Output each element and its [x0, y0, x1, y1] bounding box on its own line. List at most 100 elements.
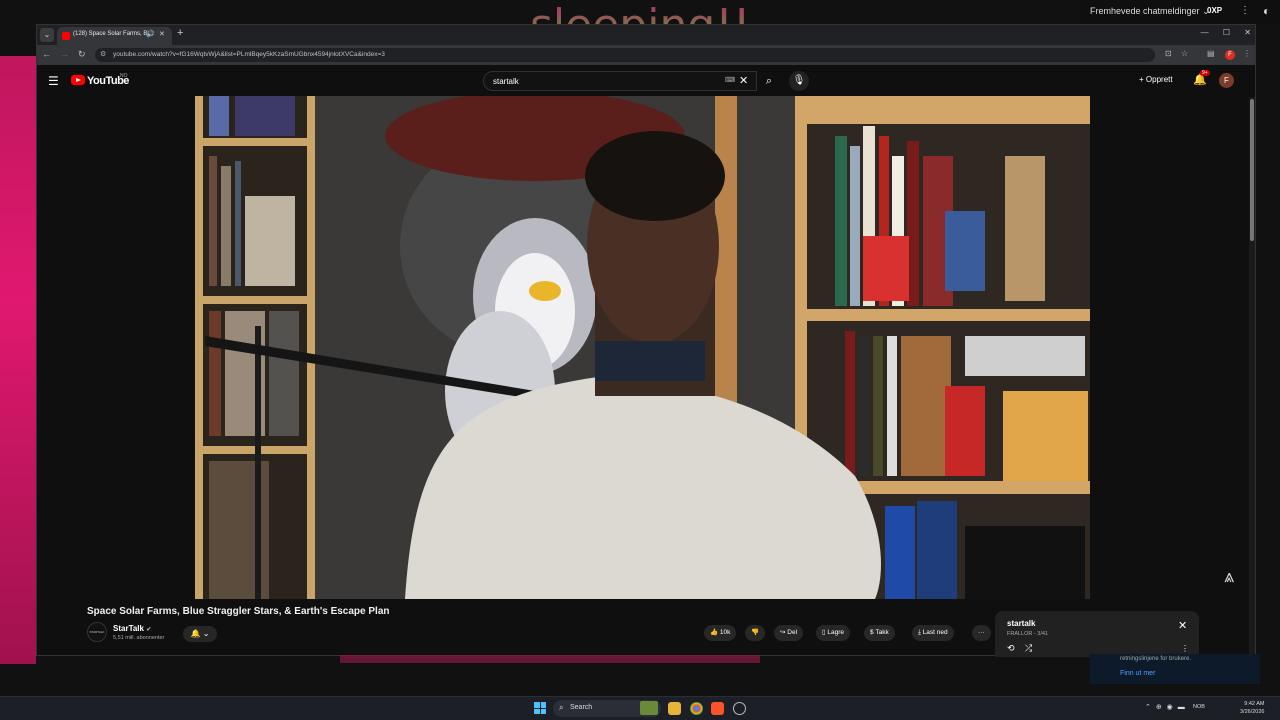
install-icon[interactable]: ⊡: [1165, 49, 1172, 58]
download-icon: ⤓: [918, 629, 921, 636]
channel-name[interactable]: StarTalk ✔: [113, 624, 151, 633]
hamburger-menu-icon[interactable]: ☰: [48, 74, 59, 88]
taskbar: ⌕ Search ⌃ ⊕ ◉ ▬ NOB 9:42 AM 3/26/2026: [0, 696, 1280, 720]
playlist-subtitle: FRALLOR - 3/41: [1007, 631, 1048, 637]
more-horizontal-icon: ···: [978, 629, 985, 636]
youtube-header: ☰ YouTube NO startalk ⌨ ✕ ⌕ 🎙 + Opprett …: [37, 65, 1255, 97]
chat-snippet-text: retningslinjene for brukere.: [1120, 656, 1192, 662]
bookmark-icon: ▯: [822, 629, 826, 636]
thumbs-down-icon: 👎: [751, 629, 760, 636]
profile-icon[interactable]: F: [1225, 50, 1235, 60]
chat-title[interactable]: Fremhevede chatmeldinger ⌄: [1090, 6, 1210, 17]
playlist-panel: startalk FRALLOR - 3/41 ✕ ⟲ ⤮ ⋮: [995, 611, 1199, 657]
taskbar-search-label: Search: [570, 704, 593, 711]
subscriber-count: 5,51 mill. abonnenter: [113, 635, 165, 641]
new-tab-button[interactable]: +: [177, 27, 183, 39]
bell-icon: 🔔: [190, 629, 201, 638]
search-icon[interactable]: ⌕: [757, 71, 781, 91]
input-language[interactable]: NOB: [1193, 704, 1205, 710]
stream-pink-border: [0, 56, 36, 664]
app-circle-icon[interactable]: [733, 702, 746, 715]
chat-snippet: retningslinjene for brukere. Finn ut mer: [1090, 654, 1260, 684]
chevron-up-icon: ⌃: [1145, 704, 1151, 711]
youtube-logo-icon[interactable]: [71, 75, 85, 85]
loop-icon[interactable]: ⟲: [1007, 643, 1015, 654]
create-label: Opprett: [1145, 75, 1173, 84]
shuffle-icon[interactable]: ⤮: [1025, 643, 1032, 654]
tab-title: (128) Space Solar Farms, Bl...: [73, 31, 154, 37]
tray-app-icon: ⊕: [1155, 704, 1162, 711]
microphone-icon[interactable]: 🎙: [789, 71, 809, 91]
window-controls[interactable]: — ☐ ✕: [1201, 28, 1251, 37]
page-scrollbar-thumb[interactable]: [1250, 99, 1254, 241]
share-label: Del: [787, 629, 798, 636]
youtube-favicon-icon: [62, 32, 70, 40]
tab-search-button[interactable]: ⌄: [40, 28, 54, 42]
windows-start-icon[interactable]: [534, 702, 546, 714]
playlist-title[interactable]: startalk: [1007, 619, 1035, 628]
clock[interactable]: 9:42 AM 3/26/2026: [1240, 700, 1264, 716]
clear-search-icon[interactable]: ✕: [739, 74, 748, 87]
xp-badge: 0XP: [1207, 6, 1223, 15]
chat-title-label: Fremhevede chatmeldinger: [1090, 6, 1200, 16]
video-frame: [195, 96, 1090, 599]
share-button[interactable]: ↪ Del: [774, 625, 804, 641]
like-count: 10k: [719, 629, 731, 636]
tab-bar: ⌄ (128) Space Solar Farms, Bl... 🔊 ✕ + —…: [37, 25, 1255, 45]
browser-window: ⌄ (128) Space Solar Farms, Bl... 🔊 ✕ + —…: [36, 24, 1256, 657]
close-tab-icon[interactable]: ✕: [159, 30, 165, 38]
search-icon: ⌕: [559, 703, 564, 712]
chrome-icon[interactable]: [690, 702, 703, 715]
system-tray[interactable]: ⌃ ⊕ ◉ ▬: [1145, 703, 1185, 711]
create-button[interactable]: + Opprett: [1139, 75, 1173, 84]
url-text: youtube.com/watch?v=fG16WqtvWjA&list=PLm…: [113, 51, 385, 58]
more-vertical-icon[interactable]: ⋮: [1240, 5, 1250, 16]
save-button[interactable]: ▯ Lagre: [816, 625, 851, 641]
plus-icon: +: [1139, 75, 1144, 84]
thanks-button[interactable]: $ Takk: [864, 625, 895, 641]
tray-flag-icon: ▬: [1177, 704, 1185, 711]
forward-icon[interactable]: →: [60, 49, 69, 59]
address-bar[interactable]: ⚙ youtube.com/watch?v=fG16WqtvWjA&list=P…: [95, 48, 1155, 62]
download-button[interactable]: ⤓ Last ned: [912, 625, 954, 641]
bookmark-star-icon[interactable]: ☆: [1181, 49, 1188, 58]
avatar-corner: ◐: [1263, 4, 1271, 18]
thanks-label: Takk: [875, 629, 889, 636]
widgets-icon[interactable]: [640, 701, 658, 715]
channel-name-label: StarTalk: [113, 624, 144, 633]
browser-menu-icon[interactable]: ⋮: [1243, 49, 1251, 58]
search-query: startalk: [493, 77, 519, 86]
tray-shield-icon: ◉: [1166, 704, 1173, 711]
more-actions-button[interactable]: ···: [972, 625, 991, 641]
reload-icon[interactable]: ↻: [78, 49, 86, 60]
site-info-icon[interactable]: ⚙: [100, 50, 106, 58]
extensions-icon[interactable]: ▤: [1207, 49, 1215, 58]
like-button[interactable]: 👍 10k: [704, 625, 737, 641]
channel-avatar[interactable]: STARTALK: [87, 622, 107, 642]
address-bar-row: ← → ↻ ⚙ youtube.com/watch?v=fG16WqtvWjA&…: [37, 45, 1255, 65]
learn-more-link[interactable]: Finn ut mer: [1120, 670, 1155, 677]
thumbs-up-icon: 👍: [710, 629, 719, 636]
chevron-down-icon: ⌄: [202, 629, 210, 638]
video-player[interactable]: [195, 96, 1090, 599]
brave-icon[interactable]: [711, 702, 724, 715]
download-label: Last ned: [922, 629, 948, 636]
subscription-bell-button[interactable]: 🔔 ⌄: [183, 626, 217, 642]
file-explorer-icon[interactable]: [668, 702, 681, 715]
verified-icon: ✔: [146, 627, 152, 633]
account-avatar[interactable]: F: [1219, 73, 1234, 88]
clock-date: 3/26/2026: [1240, 709, 1265, 715]
notification-count-badge: 9+: [1200, 70, 1210, 76]
speaker-icon[interactable]: 🔊: [146, 30, 155, 38]
dislike-button[interactable]: 👎: [745, 625, 766, 641]
save-label: Lagre: [827, 629, 845, 636]
close-icon[interactable]: ✕: [1178, 619, 1187, 632]
back-icon[interactable]: ←: [42, 49, 51, 59]
browser-tab[interactable]: (128) Space Solar Farms, Bl... 🔊 ✕: [57, 27, 172, 45]
more-vertical-icon[interactable]: ⋮: [1181, 644, 1189, 653]
keyboard-icon[interactable]: ⌨: [725, 76, 735, 84]
video-title: Space Solar Farms, Blue Straggler Stars,…: [87, 606, 390, 617]
search-input[interactable]: startalk: [483, 71, 757, 91]
streamer-logo-icon: ⩓: [1224, 566, 1235, 586]
share-icon: ↪: [780, 629, 786, 636]
